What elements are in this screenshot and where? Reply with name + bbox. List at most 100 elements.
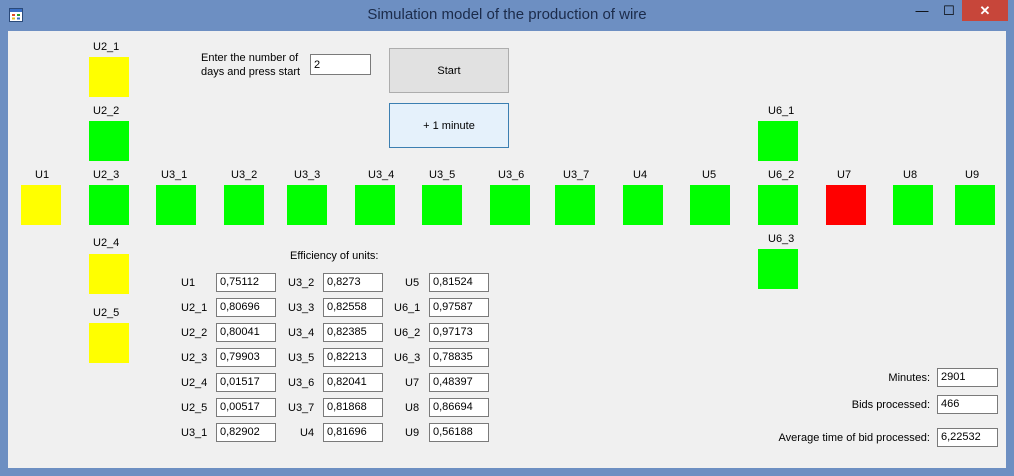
- efficiency-label: U9: [405, 427, 420, 439]
- efficiency-label: U7: [405, 377, 420, 389]
- unit-label-u8: U8: [903, 169, 918, 181]
- efficiency-label: U3_5: [288, 352, 315, 364]
- efficiency-value[interactable]: 0,81696: [323, 423, 383, 442]
- unit-label-u2-5: U2_5: [93, 307, 120, 319]
- unit-box-u6-3: [758, 249, 798, 289]
- efficiency-label: U3_3: [288, 302, 315, 314]
- efficiency-value[interactable]: 0,79903: [216, 348, 276, 367]
- efficiency-value[interactable]: 0,97587: [429, 298, 489, 317]
- unit-label-u3-5: U3_5: [429, 169, 456, 181]
- unit-label-u2-3: U2_3: [93, 169, 120, 181]
- efficiency-label: U3_1: [181, 427, 208, 439]
- efficiency-value[interactable]: 0,01517: [216, 373, 276, 392]
- bids-processed-value[interactable]: 466: [937, 395, 998, 414]
- efficiency-title: Efficiency of units:: [290, 250, 379, 262]
- minutes-label: Minutes:: [888, 372, 930, 384]
- unit-label-u2-2: U2_2: [93, 105, 120, 117]
- efficiency-label: U5: [405, 277, 420, 289]
- efficiency-label: U6_1: [394, 302, 421, 314]
- efficiency-value[interactable]: 0,48397: [429, 373, 489, 392]
- efficiency-value[interactable]: 0,82385: [323, 323, 383, 342]
- unit-label-u3-7: U3_7: [563, 169, 590, 181]
- unit-box-u5: [690, 185, 730, 225]
- unit-box-u3-6: [490, 185, 530, 225]
- efficiency-label: U6_3: [394, 352, 421, 364]
- efficiency-value[interactable]: 0,97173: [429, 323, 489, 342]
- efficiency-value[interactable]: 0,82041: [323, 373, 383, 392]
- efficiency-value[interactable]: 0,82213: [323, 348, 383, 367]
- unit-box-u3-3: [287, 185, 327, 225]
- close-icon[interactable]: ✕: [962, 0, 1008, 21]
- unit-box-u3-4: [355, 185, 395, 225]
- maximize-icon[interactable]: ☐: [936, 0, 962, 21]
- unit-box-u2-4: [89, 254, 129, 294]
- efficiency-value[interactable]: 0,8273: [323, 273, 383, 292]
- efficiency-label: U3_4: [288, 327, 315, 339]
- efficiency-label: U4: [300, 427, 315, 439]
- unit-label-u6-1: U6_1: [768, 105, 795, 117]
- unit-label-u5: U5: [702, 169, 717, 181]
- unit-label-u9: U9: [965, 169, 980, 181]
- efficiency-value[interactable]: 0,80696: [216, 298, 276, 317]
- unit-label-u1: U1: [35, 169, 50, 181]
- efficiency-value[interactable]: 0,86694: [429, 398, 489, 417]
- average-time-label: Average time of bid processed:: [778, 432, 930, 444]
- days-input[interactable]: [310, 54, 371, 75]
- unit-box-u8: [893, 185, 933, 225]
- efficiency-value[interactable]: 0,80041: [216, 323, 276, 342]
- efficiency-value[interactable]: 0,00517: [216, 398, 276, 417]
- unit-label-u3-3: U3_3: [294, 169, 321, 181]
- minutes-value[interactable]: 2901: [937, 368, 998, 387]
- unit-box-u2-2: [89, 121, 129, 161]
- unit-label-u6-3: U6_3: [768, 233, 795, 245]
- efficiency-label: U3_6: [288, 377, 315, 389]
- unit-label-u6-2: U6_2: [768, 169, 795, 181]
- unit-box-u7: [826, 185, 866, 225]
- efficiency-label: U3_2: [288, 277, 315, 289]
- efficiency-value[interactable]: 0,78835: [429, 348, 489, 367]
- unit-box-u3-2: [224, 185, 264, 225]
- unit-label-u4: U4: [633, 169, 648, 181]
- efficiency-value[interactable]: 0,82902: [216, 423, 276, 442]
- efficiency-value[interactable]: 0,81524: [429, 273, 489, 292]
- start-button[interactable]: Start: [389, 48, 509, 93]
- unit-label-u3-2: U3_2: [231, 169, 258, 181]
- days-prompt-line2: days and press start: [201, 66, 301, 78]
- efficiency-label: U2_1: [181, 302, 208, 314]
- efficiency-label: U2_3: [181, 352, 208, 364]
- efficiency-value[interactable]: 0,75112: [216, 273, 276, 292]
- unit-box-u1: [21, 185, 61, 225]
- efficiency-label: U8: [405, 402, 420, 414]
- unit-box-u3-5: [422, 185, 462, 225]
- unit-label-u3-6: U3_6: [498, 169, 525, 181]
- efficiency-value[interactable]: 0,81868: [323, 398, 383, 417]
- efficiency-value[interactable]: 0,56188: [429, 423, 489, 442]
- average-time-value[interactable]: 6,22532: [937, 428, 998, 447]
- days-prompt-line1: Enter the number of: [201, 52, 299, 64]
- unit-box-u2-5: [89, 323, 129, 363]
- unit-label-u2-4: U2_4: [93, 237, 120, 249]
- efficiency-label: U3_7: [288, 402, 315, 414]
- unit-label-u3-4: U3_4: [368, 169, 395, 181]
- bids-processed-label: Bids processed:: [851, 399, 930, 411]
- unit-box-u6-1: [758, 121, 798, 161]
- efficiency-label: U2_4: [181, 377, 208, 389]
- efficiency-label: U6_2: [394, 327, 421, 339]
- unit-box-u2-3: [89, 185, 129, 225]
- efficiency-value[interactable]: 0,82558: [323, 298, 383, 317]
- form-client-area: Enter the number of days and press start…: [8, 31, 1006, 468]
- unit-box-u4: [623, 185, 663, 225]
- title-bar: Simulation model of the production of wi…: [0, 0, 1014, 31]
- unit-box-u9: [955, 185, 995, 225]
- unit-label-u3-1: U3_1: [161, 169, 188, 181]
- plus-minute-button[interactable]: + 1 minute: [389, 103, 509, 148]
- unit-label-u7: U7: [837, 169, 852, 181]
- efficiency-label: U1: [181, 277, 196, 289]
- minimize-icon[interactable]: —: [908, 0, 936, 21]
- unit-label-u2-1: U2_1: [93, 41, 120, 53]
- unit-box-u3-1: [156, 185, 196, 225]
- unit-box-u6-2: [758, 185, 798, 225]
- unit-box-u2-1: [89, 57, 129, 97]
- unit-box-u3-7: [555, 185, 595, 225]
- window-title: Simulation model of the production of wi…: [367, 6, 647, 23]
